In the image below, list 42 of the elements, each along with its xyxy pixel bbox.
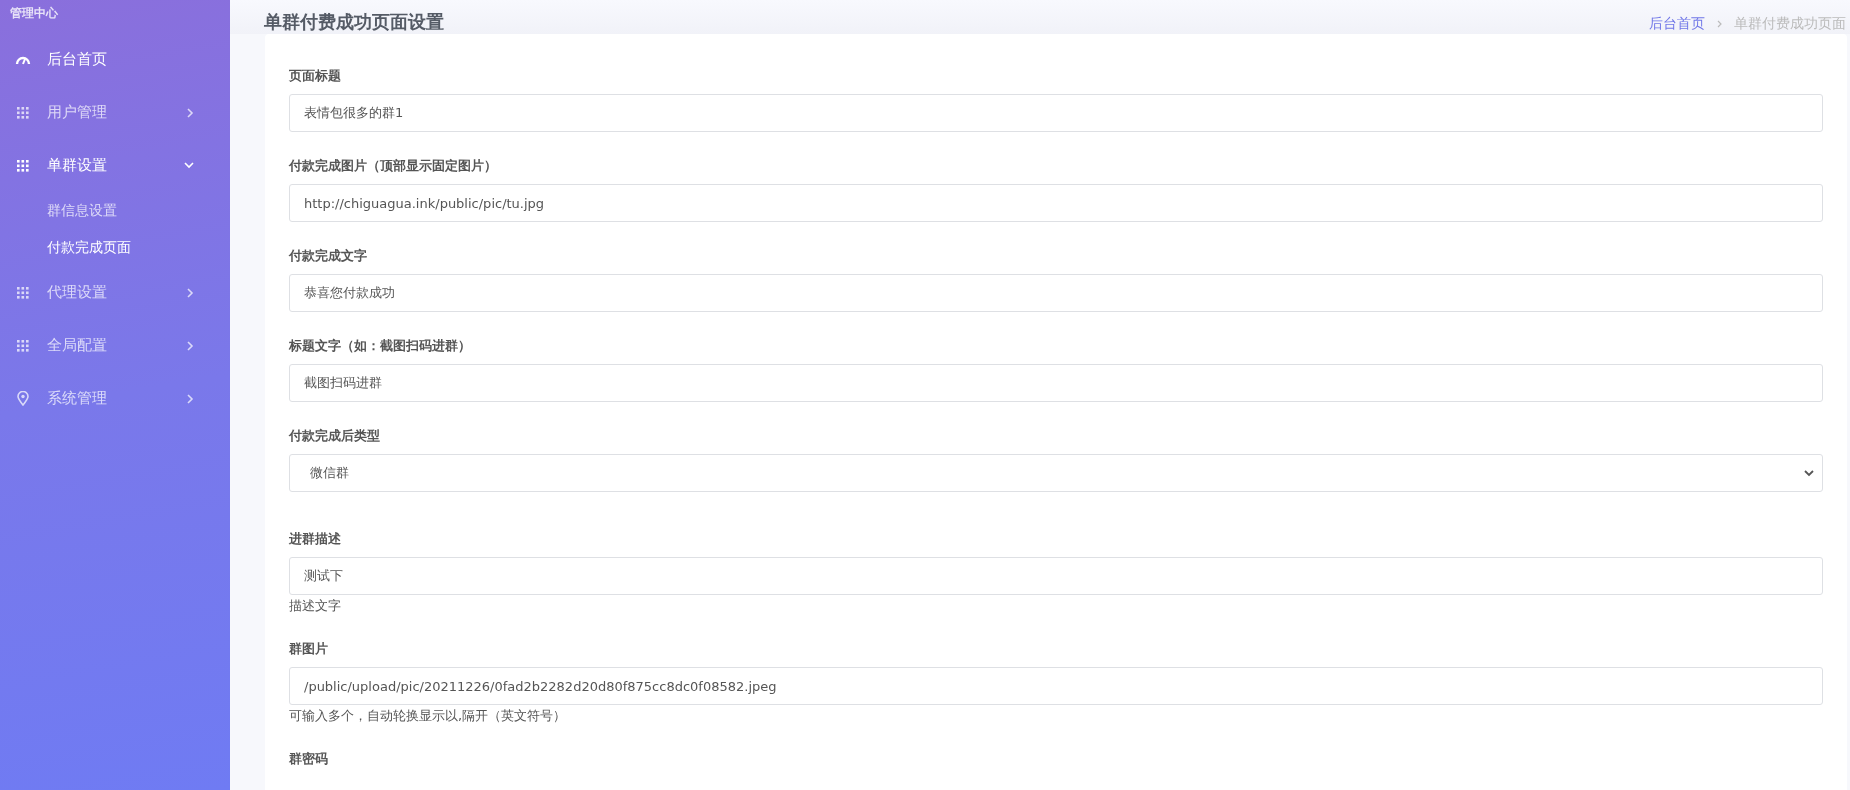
nav-item[interactable]: 单群设置 [0, 139, 230, 192]
field-label: 群密码 [289, 750, 328, 768]
nav-item[interactable]: 后台首页 [0, 33, 230, 86]
page-title: 单群付费成功页面设置 [264, 10, 444, 34]
grid-icon [17, 339, 29, 352]
select-dropdown[interactable]: 微信群 [289, 454, 1823, 492]
input-field[interactable]: 表情包很多的群1 [289, 94, 1823, 132]
field-label: 付款完成后类型 [289, 427, 380, 445]
location-pin-icon [17, 391, 29, 406]
gauge-icon [15, 54, 31, 65]
help-text: 可输入多个，自动轮换显示以,隔开（英文符号） [289, 707, 567, 725]
nav-item[interactable]: 用户管理 [0, 86, 230, 139]
input-field[interactable]: 恭喜您付款成功 [289, 274, 1823, 312]
field-label: 付款完成图片（顶部显示固定图片） [289, 157, 497, 175]
grid-icon [17, 159, 29, 172]
grid-icon [17, 286, 29, 299]
help-text: 描述文字 [289, 597, 341, 615]
input-field[interactable]: 截图扫码进群 [289, 364, 1823, 402]
field-label: 付款完成文字 [289, 247, 367, 265]
breadcrumb-current: 单群付费成功页面 [1734, 15, 1846, 33]
breadcrumb-link[interactable]: 后台首页 [1649, 15, 1705, 33]
field-label: 页面标题 [289, 67, 341, 85]
sidebar-title: 管理中心 [9, 5, 59, 22]
nav-item[interactable]: 全局配置 [0, 319, 230, 372]
chevron-right-icon [1717, 20, 1722, 28]
input-field[interactable]: http://chiguagua.ink/public/pic/tu.jpg [289, 184, 1823, 222]
nav-item[interactable]: 代理设置 [0, 266, 230, 319]
nav-subitem[interactable]: 付款完成页面 [0, 229, 131, 266]
chevron-down-icon [184, 162, 194, 169]
chevron-right-icon [187, 393, 194, 404]
input-field[interactable]: 测试下 [289, 557, 1823, 595]
field-label: 进群描述 [289, 530, 341, 548]
grid-icon [17, 106, 29, 119]
nav-subitem[interactable]: 群信息设置 [0, 192, 117, 229]
chevron-right-icon [187, 340, 194, 351]
input-field[interactable]: /public/upload/pic/20211226/0fad2b2282d20d80f875cc8dc0f08582.jpeg [289, 667, 1823, 705]
chevron-down-icon [1804, 469, 1814, 477]
field-label: 群图片 [289, 640, 328, 658]
nav-item[interactable]: 系统管理 [0, 372, 230, 425]
field-label: 标题文字（如：截图扫码进群） [289, 337, 471, 355]
chevron-right-icon [187, 107, 194, 118]
chevron-right-icon [187, 287, 194, 298]
